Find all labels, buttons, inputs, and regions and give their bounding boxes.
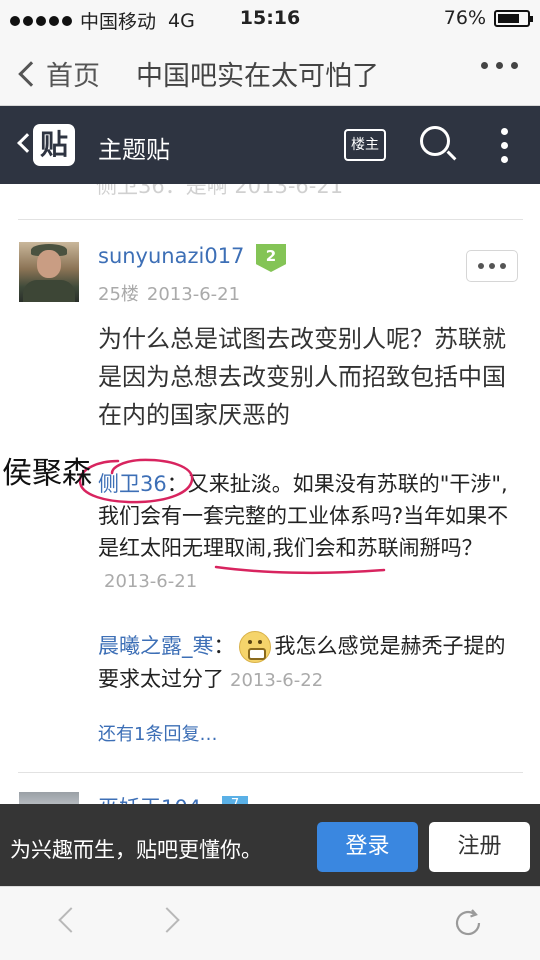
- post-more-button[interactable]: [466, 250, 518, 282]
- reply-time: 2013-6-22: [230, 670, 324, 691]
- status-bar: 中国移动 4G 15:16 76%: [0, 0, 540, 38]
- floor-number: 25楼: [98, 284, 139, 305]
- reload-icon[interactable]: [452, 907, 484, 939]
- annotation-label: 侯聚森: [2, 456, 92, 491]
- post-username[interactable]: 巫妖王104: [98, 792, 201, 804]
- dot-icon: [478, 263, 484, 269]
- previous-reply-fragment: 侧卫36：是啊 2013-6-21: [96, 184, 344, 198]
- reply-author[interactable]: 晨曦之露_寒: [98, 634, 214, 658]
- post-meta: 25楼 2013-6-21: [98, 280, 240, 306]
- more-replies-link[interactable]: 还有1条回复…: [98, 720, 217, 746]
- back-label: 首页: [46, 61, 100, 92]
- reply-separator: ：: [213, 634, 235, 658]
- browser-toolbar: [0, 886, 540, 960]
- page-title: 中国吧实在太可怕了: [136, 61, 379, 92]
- browser-back-icon[interactable]: [58, 907, 84, 933]
- reply-author[interactable]: 侧卫36: [98, 472, 167, 496]
- chevron-left-icon: [18, 60, 44, 87]
- banner-slogan: 为兴趣而生，贴吧更懂你。: [10, 838, 262, 862]
- thread-content: 侧卫36：是啊 2013-6-21 sunyunazi017 2 25楼 2013…: [0, 184, 540, 804]
- reply-time: 2013-6-21: [104, 571, 198, 592]
- level-badge: 2: [256, 244, 286, 272]
- tieba-logo[interactable]: 贴: [33, 124, 75, 166]
- reply-separator: ：: [166, 472, 188, 496]
- avatar[interactable]: [19, 242, 79, 302]
- dot-icon: [500, 263, 506, 269]
- divider: [18, 772, 523, 773]
- vertical-more-icon[interactable]: [501, 128, 508, 163]
- divider: [18, 219, 523, 220]
- reply-text-underlined: 红太阳无理取闹: [119, 536, 266, 560]
- list-item: 晨曦之露_寒： 我怎么感觉是赫秃子提的要求太过分了 2013-6-22: [98, 630, 518, 697]
- dot-icon: [481, 62, 488, 69]
- post-username[interactable]: sunyunazi017: [98, 244, 244, 268]
- level-badge: 7: [222, 796, 248, 804]
- search-icon[interactable]: [420, 126, 457, 162]
- battery-percent: 76%: [443, 7, 486, 29]
- browser-forward-icon[interactable]: [154, 907, 180, 933]
- grimace-emoji-icon: [238, 631, 271, 663]
- post-date: 2013-6-21: [146, 284, 241, 305]
- reply-text: ,我们会和苏联闹掰吗？: [266, 536, 483, 560]
- battery-icon: [494, 9, 533, 27]
- back-button[interactable]: 首页: [16, 54, 100, 93]
- louzhu-button[interactable]: 楼主: [344, 129, 386, 161]
- battery-group: 76%: [443, 7, 533, 29]
- tieba-header: 贴 主题贴 楼主: [0, 106, 540, 184]
- dot-icon: [489, 263, 495, 269]
- dot-icon: [511, 62, 518, 69]
- list-item: 侧卫36：又来扯淡。如果没有苏联的"干涉",我们会有一套完整的工业体系吗?当年如…: [98, 468, 518, 598]
- header-title: 主题贴: [98, 136, 170, 164]
- login-button[interactable]: 登录: [317, 822, 418, 872]
- register-button[interactable]: 注册: [429, 822, 530, 872]
- more-menu-button[interactable]: [481, 62, 518, 69]
- browser-nav-bar: 首页 中国吧实在太可怕了: [0, 38, 540, 106]
- post-body: 为什么总是试图去改变别人呢？苏联就是因为总想去改变别人而招致包括中国在内的国家厌…: [98, 325, 506, 429]
- dot-icon: [496, 62, 503, 69]
- login-banner: 为兴趣而生，贴吧更懂你。 登录 注册: [0, 804, 540, 886]
- avatar[interactable]: [19, 792, 79, 804]
